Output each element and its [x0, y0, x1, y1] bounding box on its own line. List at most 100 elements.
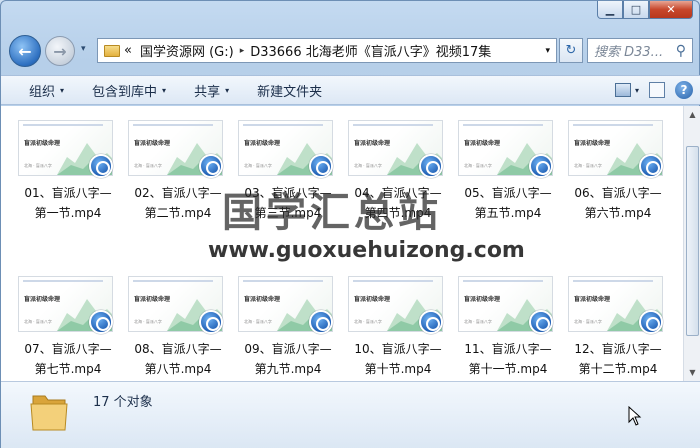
refresh-button[interactable]: ↻: [559, 38, 583, 63]
media-player-icon: [529, 310, 553, 334]
media-player-icon: [89, 310, 113, 334]
thumb-header-line: [463, 280, 543, 282]
back-button[interactable]: ←: [9, 35, 41, 67]
file-item[interactable]: 盲派初级命理 北海 · 盲派八字 02、盲派八字— 第二节.mp4: [123, 120, 233, 232]
file-item[interactable]: 盲派初级命理 北海 · 盲派八字 04、盲派八字— 第四节.mp4: [343, 120, 453, 232]
thumb-header-line: [573, 124, 653, 126]
view-options-dropdown[interactable]: ▾: [635, 86, 639, 95]
file-item[interactable]: 盲派初级命理 北海 · 盲派八字 09、盲派八字— 第九节.mp4: [233, 276, 343, 388]
breadcrumb-folder[interactable]: D33666 北海老师《盲派八字》视频17集: [250, 41, 491, 60]
thumb-title: 盲派初级命理: [244, 140, 281, 147]
file-name: 03、盲派八字— 第三节.mp4: [244, 186, 332, 220]
navigation-bar: ← → ▾ « 国学资源网 (G:) ▸ D33666 北海老师《盲派八字》视频…: [1, 31, 700, 73]
recent-pages-dropdown[interactable]: ▾: [81, 44, 86, 54]
media-player-icon: [89, 154, 113, 178]
change-view-icon[interactable]: [614, 83, 631, 97]
scroll-down-arrow[interactable]: ▼: [684, 364, 700, 381]
media-player-icon: [639, 310, 663, 334]
media-player-icon: [199, 154, 223, 178]
media-player-icon: [199, 310, 223, 334]
folder-large-icon: [30, 395, 68, 431]
file-list[interactable]: 盲派初级命理 北海 · 盲派八字 01、盲派八字— 第一节.mp4 盲派初级命理 北海 ·…: [1, 106, 683, 381]
address-bar[interactable]: « 国学资源网 (G:) ▸ D33666 北海老师《盲派八字》视频17集 ▾: [97, 38, 557, 63]
thumb-subtitle: 北海 · 盲派八字: [354, 319, 382, 324]
thumb-title: 盲派初级命理: [354, 140, 391, 147]
file-item[interactable]: 盲派初级命理 北海 · 盲派八字 06、盲派八字— 第六节.mp4: [563, 120, 673, 232]
address-dropdown[interactable]: ▾: [545, 46, 550, 56]
thumb-title: 盲派初级命理: [24, 140, 61, 147]
vertical-scrollbar[interactable]: ▲ ▼: [683, 106, 700, 381]
file-name: 08、盲派八字— 第八节.mp4: [134, 342, 222, 376]
help-button[interactable]: ?: [675, 81, 693, 99]
thumb-subtitle: 北海 · 盲派八字: [464, 319, 492, 324]
forward-button[interactable]: →: [45, 36, 75, 66]
thumb-header-line: [353, 280, 433, 282]
maximize-button[interactable]: □: [623, 1, 649, 19]
thumb-subtitle: 北海 · 盲派八字: [244, 319, 272, 324]
explorer-window: ▁ □ ✕ ← → ▾ « 国学资源网 (G:) ▸ D33666 北海老师《盲…: [0, 0, 700, 448]
file-item[interactable]: 盲派初级命理 北海 · 盲派八字 07、盲派八字— 第七节.mp4: [13, 276, 123, 388]
thumb-header-line: [353, 124, 433, 126]
include-library-label: 包含到库中: [92, 84, 158, 100]
share-label: 共享: [194, 84, 221, 100]
file-name: 07、盲派八字— 第七节.mp4: [24, 342, 112, 376]
file-name: 05、盲派八字— 第五节.mp4: [464, 186, 552, 220]
search-icon[interactable]: ⚲: [676, 43, 686, 59]
thumb-subtitle: 北海 · 盲派八字: [24, 163, 52, 168]
chevron-down-icon: ▾: [60, 85, 65, 95]
thumb-subtitle: 北海 · 盲派八字: [244, 163, 272, 168]
thumb-subtitle: 北海 · 盲派八字: [574, 163, 602, 168]
thumb-title: 盲派初级命理: [24, 296, 61, 303]
new-folder-label: 新建文件夹: [257, 84, 323, 100]
file-name: 02、盲派八字— 第二节.mp4: [134, 186, 222, 220]
media-player-icon: [639, 154, 663, 178]
thumb-subtitle: 北海 · 盲派八字: [134, 319, 162, 324]
thumb-header-line: [133, 124, 213, 126]
thumb-subtitle: 北海 · 盲派八字: [354, 163, 382, 168]
organize-menu[interactable]: 组织 ▾: [29, 81, 64, 100]
thumb-subtitle: 北海 · 盲派八字: [574, 319, 602, 324]
search-input[interactable]: 搜索 D33... ⚲: [587, 38, 693, 63]
share-menu[interactable]: 共享 ▾: [194, 81, 229, 100]
scroll-thumb[interactable]: [686, 146, 699, 336]
search-placeholder: 搜索 D33...: [594, 45, 664, 60]
path-overflow[interactable]: «: [124, 43, 132, 58]
breadcrumb-drive[interactable]: 国学资源网 (G:): [140, 41, 234, 60]
scroll-up-arrow[interactable]: ▲: [684, 106, 700, 123]
arrow-left-icon: ←: [18, 41, 32, 61]
file-item[interactable]: 盲派初级命理 北海 · 盲派八字 12、盲派八字— 第十二节.mp4: [563, 276, 673, 388]
file-name: 11、盲派八字— 第十一节.mp4: [464, 342, 552, 376]
thumb-title: 盲派初级命理: [574, 140, 611, 147]
preview-pane-button[interactable]: [649, 82, 665, 98]
caption-buttons: ▁ □ ✕: [597, 1, 693, 19]
chevron-down-icon: ▾: [162, 85, 167, 95]
file-item[interactable]: 盲派初级命理 北海 · 盲派八字 03、盲派八字— 第三节.mp4: [233, 120, 343, 232]
folder-icon: [104, 44, 120, 57]
file-item[interactable]: 盲派初级命理 北海 · 盲派八字 10、盲派八字— 第十节.mp4: [343, 276, 453, 388]
minimize-button[interactable]: ▁: [597, 1, 623, 19]
file-item[interactable]: 盲派初级命理 北海 · 盲派八字 05、盲派八字— 第五节.mp4: [453, 120, 563, 232]
new-folder-button[interactable]: 新建文件夹: [257, 81, 322, 100]
organize-label: 组织: [29, 84, 56, 100]
thumb-title: 盲派初级命理: [244, 296, 281, 303]
media-player-icon: [419, 154, 443, 178]
file-item[interactable]: 盲派初级命理 北海 · 盲派八字 08、盲派八字— 第八节.mp4: [123, 276, 233, 388]
media-player-icon: [529, 154, 553, 178]
file-item[interactable]: 盲派初级命理 北海 · 盲派八字 01、盲派八字— 第一节.mp4: [13, 120, 123, 232]
file-name: 04、盲派八字— 第四节.mp4: [354, 186, 442, 220]
item-count: 17 个对象: [93, 395, 153, 410]
thumb-title: 盲派初级命理: [354, 296, 391, 303]
breadcrumb-separator[interactable]: ▸: [240, 46, 245, 56]
file-item[interactable]: 盲派初级命理 北海 · 盲派八字 11、盲派八字— 第十一节.mp4: [453, 276, 563, 388]
thumb-subtitle: 北海 · 盲派八字: [464, 163, 492, 168]
thumb-title: 盲派初级命理: [574, 296, 611, 303]
include-in-library-menu[interactable]: 包含到库中 ▾: [92, 81, 166, 100]
thumb-header-line: [573, 280, 653, 282]
thumb-header-line: [23, 280, 103, 282]
file-name: 09、盲派八字— 第九节.mp4: [244, 342, 332, 376]
close-button[interactable]: ✕: [649, 1, 693, 19]
view-controls: ▾ ?: [614, 81, 693, 99]
thumb-title: 盲派初级命理: [134, 296, 171, 303]
command-bar: 组织 ▾ 包含到库中 ▾ 共享 ▾ 新建文件夹 ▾ ?: [1, 75, 700, 105]
thumb-title: 盲派初级命理: [464, 140, 501, 147]
